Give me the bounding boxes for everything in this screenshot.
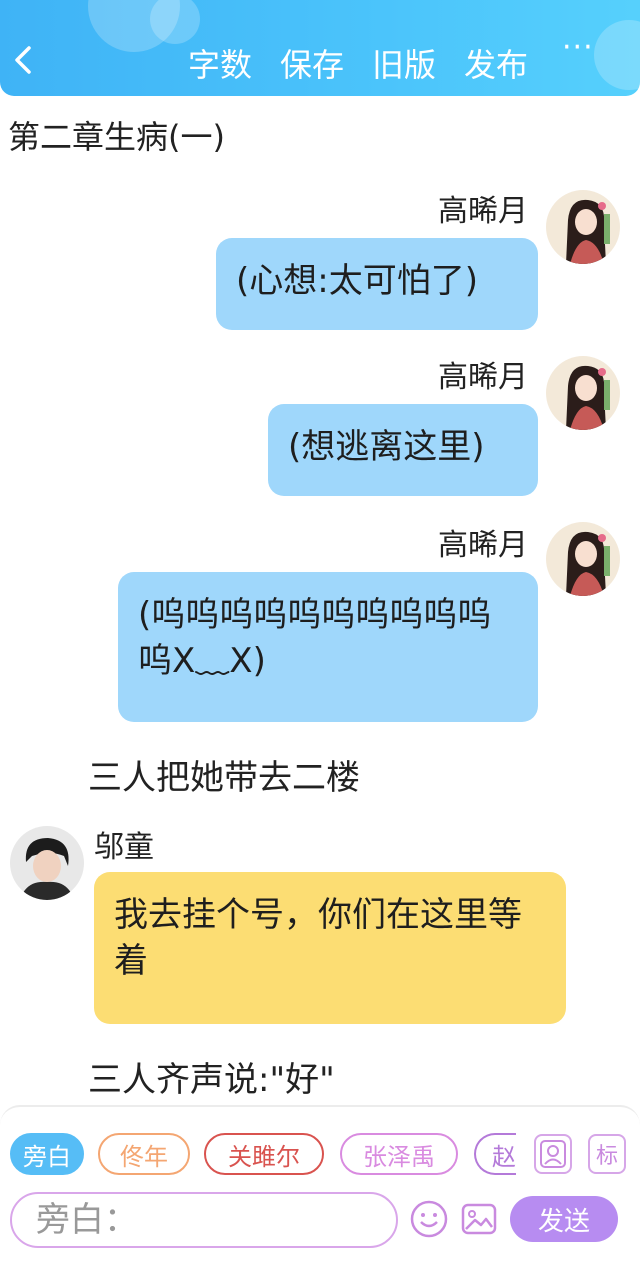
old-version-button[interactable]: 旧版 (372, 40, 436, 86)
speaker-name: 高晞月 (438, 528, 528, 563)
back-button[interactable] (8, 40, 38, 80)
avatar-girl-icon (546, 522, 620, 596)
message-bubble[interactable]: (呜呜呜呜呜呜呜呜呜呜呜X﹏X) (118, 572, 538, 722)
character-chip[interactable]: 张泽禹 (340, 1133, 458, 1175)
decor-bubble (150, 0, 200, 44)
narration-text[interactable]: 三人齐声说:"好" (88, 1052, 335, 1101)
smiley-icon (410, 1200, 448, 1238)
image-button[interactable] (460, 1200, 498, 1238)
message-input[interactable] (10, 1192, 398, 1248)
top-bar: 字数 保存 旧版 发布 ··· (0, 0, 640, 96)
chip-label: 赵 (492, 1142, 516, 1171)
avatar[interactable] (546, 522, 620, 596)
character-chip[interactable]: 关雎尔 (204, 1133, 324, 1175)
chevron-left-icon (15, 46, 31, 74)
chip-label: 关雎尔 (228, 1142, 300, 1171)
narration-text[interactable]: 三人把她带去二楼 (88, 750, 360, 799)
speaker-name: 高晞月 (438, 360, 528, 395)
chapter-title[interactable]: 第二章生病(一) (8, 112, 225, 158)
more-button[interactable]: ··· (562, 33, 602, 68)
message-bubble[interactable]: (心想:太可怕了) (216, 238, 538, 330)
image-icon (461, 1203, 497, 1235)
character-chip[interactable]: 赵 (474, 1133, 516, 1175)
send-button[interactable]: 发送 (510, 1196, 618, 1242)
chat-editor-page: 字数 保存 旧版 发布 ··· 第二章生病(一) 高晞月 (心想:太可怕了) 高… (0, 0, 640, 1280)
more-icon: ··· (562, 30, 594, 65)
message-bubble[interactable]: (想逃离这里) (268, 404, 538, 496)
save-button[interactable]: 保存 (280, 40, 344, 86)
avatar-girl-icon (546, 356, 620, 430)
person-icon (540, 1140, 566, 1168)
avatar-girl-icon (546, 190, 620, 264)
speaker-name: 邬童 (94, 830, 154, 865)
chip-label: 张泽禹 (363, 1142, 435, 1171)
character-chip-narrator[interactable]: 旁白 (10, 1133, 84, 1175)
publish-button[interactable]: 发布 (464, 40, 528, 86)
tag-label: 标 (595, 1144, 618, 1169)
avatar[interactable] (546, 190, 620, 264)
speaker-name: 高晞月 (438, 194, 528, 229)
avatar[interactable] (546, 356, 620, 430)
chip-label: 佟年 (120, 1142, 168, 1171)
emoji-button[interactable] (410, 1200, 448, 1238)
character-manage-button[interactable] (534, 1134, 572, 1174)
word-count-button[interactable]: 字数 (188, 40, 252, 86)
character-chip[interactable]: 佟年 (98, 1133, 190, 1175)
tag-button[interactable]: 标 (588, 1134, 626, 1174)
message-bubble[interactable]: 我去挂个号，你们在这里等着 (94, 872, 566, 1024)
avatar[interactable] (10, 826, 84, 900)
avatar-boy-icon (10, 826, 84, 900)
chip-label: 旁白 (23, 1142, 71, 1171)
